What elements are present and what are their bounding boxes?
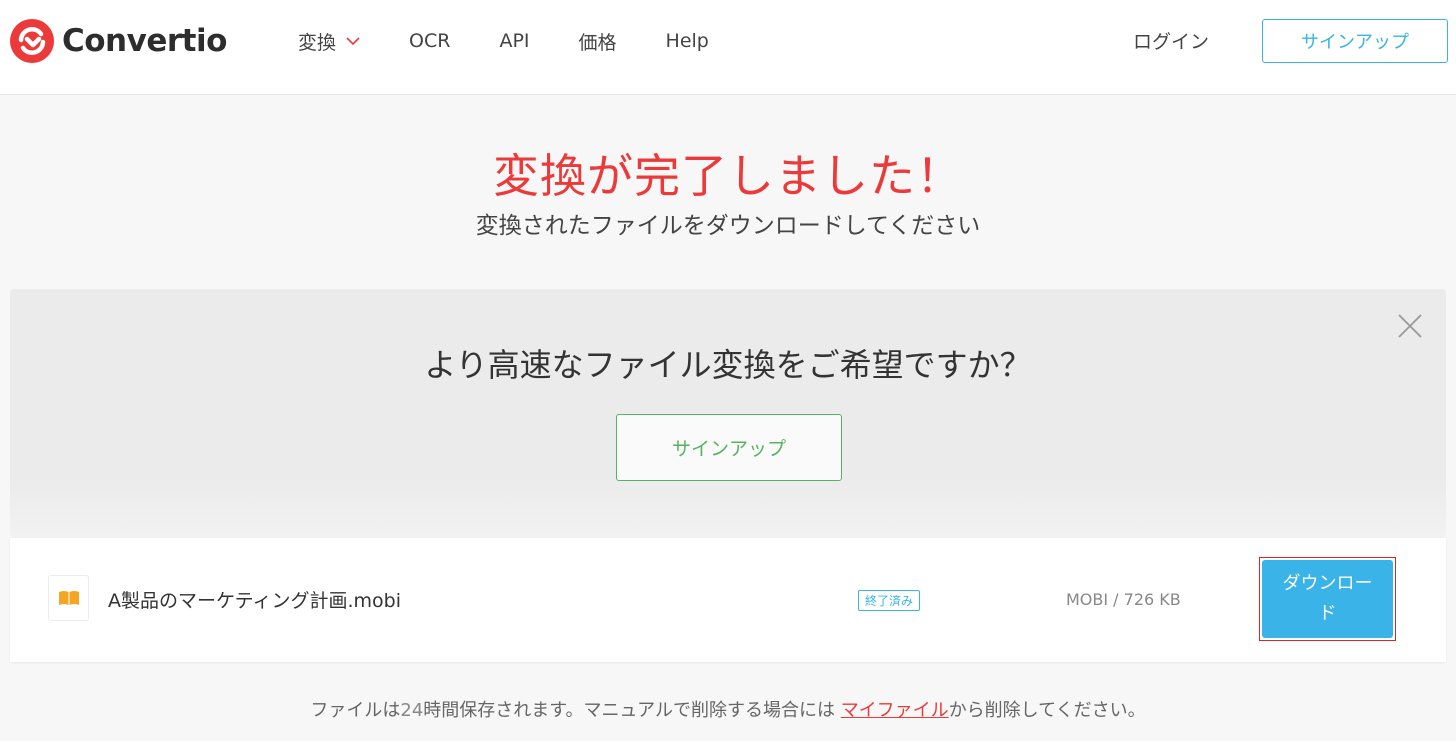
close-icon[interactable] <box>1397 313 1423 339</box>
note-hours: 24 <box>400 700 424 721</box>
login-link[interactable]: ログイン <box>1133 27 1209 54</box>
nav-item-label: OCR <box>409 30 451 52</box>
file-type-icon-box <box>48 575 89 621</box>
status-badge: 終了済み <box>858 590 921 611</box>
convertio-logo[interactable]: Convertio <box>10 18 227 64</box>
note-text: から削除してください。 <box>948 700 1146 721</box>
top-header: Convertio 変換 OCR API 価格 Help ログイン サインアップ <box>0 0 1456 95</box>
nav-item-help[interactable]: Help <box>666 30 709 52</box>
promo-signup-button[interactable]: サインアップ <box>616 414 842 481</box>
file-size: MOBI / 726 KB <box>1066 590 1181 609</box>
my-files-link[interactable]: マイファイル <box>841 700 949 721</box>
main-nav: 変換 OCR API 価格 Help <box>298 26 758 56</box>
retention-note: ファイルは24時間保存されます。マニュアルで削除する場合には マイファイルから削… <box>0 696 1456 722</box>
nav-item-label: 価格 <box>578 31 617 54</box>
promo-title: より高速なファイル変換をご希望ですか？ <box>424 346 1032 384</box>
logo-text: Convertio <box>62 23 227 59</box>
page-subtitle: 変換されたファイルをダウンロードしてください <box>475 213 981 239</box>
file-name: A製品のマーケティング計画.mobi <box>108 590 401 612</box>
book-icon <box>58 591 79 605</box>
page-title: 変換が完了しました！ <box>493 149 963 203</box>
nav-item-label: API <box>499 30 530 52</box>
nav-item-api[interactable]: API <box>499 30 529 52</box>
file-row: A製品のマーケティング計画.mobi 終了済み MOBI / 726 KB ダウ… <box>10 538 1446 662</box>
logo-icon <box>10 19 54 63</box>
signup-button[interactable]: サインアップ <box>1262 19 1448 63</box>
promo-panel: より高速なファイル変換をご希望ですか？ サインアップ <box>10 289 1446 539</box>
nav-item-label: 変換 <box>298 31 337 54</box>
nav-item-ocr[interactable]: OCR <box>409 30 450 52</box>
nav-item-label: Help <box>665 30 709 52</box>
nav-item-convert[interactable]: 変換 <box>298 28 360 55</box>
note-text: 時間保存されます。マニュアルで削除する場合には <box>423 700 841 721</box>
download-button[interactable]: ダウンロード <box>1262 560 1393 638</box>
nav-item-pricing[interactable]: 価格 <box>579 28 617 55</box>
chevron-down-icon <box>346 36 360 45</box>
note-text: ファイルは <box>310 700 401 721</box>
